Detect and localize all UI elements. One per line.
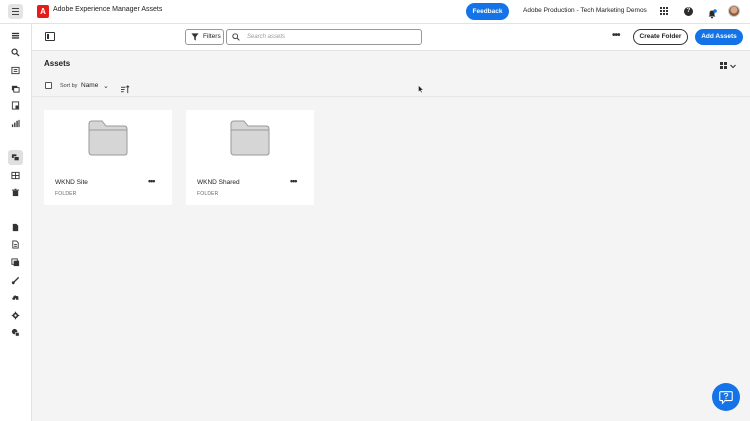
help-icon[interactable]: ? (684, 7, 693, 16)
left-nav-rail (0, 24, 32, 421)
card-more-icon[interactable]: ••• (148, 176, 156, 186)
notification-bell-icon[interactable] (707, 6, 717, 19)
folder-name: WKND Shared (197, 179, 240, 186)
chevron-down-icon[interactable]: ⌄ (103, 82, 109, 90)
search-icon[interactable] (8, 45, 23, 60)
filters-label: Filters (203, 33, 221, 40)
help-chat-icon (719, 391, 733, 405)
sort-dropdown[interactable]: Name (81, 82, 98, 89)
folder-type: FOLDER (55, 191, 77, 197)
create-folder-button[interactable]: Create Folder (633, 29, 688, 45)
search-icon (232, 33, 240, 41)
cloud-icon[interactable] (8, 290, 23, 305)
document-icon[interactable] (8, 220, 23, 235)
mouse-cursor-icon (418, 85, 424, 93)
top-bar: A Adobe Experience Manager Assets Feedba… (0, 0, 750, 24)
folder-name: WKND Site (55, 179, 88, 186)
org-switcher[interactable]: Adobe Production - Tech Marketing Demos (523, 7, 647, 14)
filter-icon (191, 33, 199, 41)
more-actions-icon[interactable]: ••• (612, 31, 620, 41)
add-assets-button[interactable]: Add Assets (695, 29, 743, 45)
user-avatar[interactable] (728, 5, 740, 17)
file-icon[interactable] (8, 237, 23, 252)
card-more-icon[interactable]: ••• (290, 176, 298, 186)
folder-card[interactable]: WKND Site FOLDER ••• (44, 110, 172, 205)
trash-icon[interactable] (8, 185, 23, 200)
search-placeholder: Search assets (247, 34, 286, 40)
toggle-panel-icon[interactable] (45, 32, 55, 41)
sort-label: Sort by (60, 83, 78, 89)
assets-toolbar: Filters Search assets ••• Create Folder … (32, 24, 750, 51)
app-switcher-icon[interactable] (660, 7, 668, 15)
sort-order-icon[interactable] (121, 81, 130, 94)
assets-active-icon[interactable] (8, 150, 23, 165)
hamburger-menu-icon[interactable] (8, 4, 23, 19)
adobe-logo: A (37, 5, 49, 18)
insights-icon[interactable] (8, 116, 23, 131)
filters-button[interactable]: Filters (185, 29, 224, 45)
folder-type: FOLDER (197, 191, 219, 197)
view-switcher-icon[interactable] (720, 58, 738, 69)
templates-icon[interactable] (8, 98, 23, 113)
folder-icon (88, 120, 128, 156)
grid-icon[interactable] (8, 168, 23, 183)
search-input[interactable]: Search assets (226, 29, 422, 45)
home-icon[interactable] (8, 28, 23, 43)
layers-icon[interactable] (8, 255, 23, 270)
page-title: Assets (44, 59, 71, 68)
app-title[interactable]: Adobe Experience Manager Assets (53, 6, 162, 13)
help-chat-button[interactable] (712, 383, 740, 411)
folder-icon (230, 120, 270, 156)
extensions-icon[interactable] (8, 325, 23, 340)
settings-icon[interactable] (8, 308, 23, 323)
folder-card[interactable]: WKND Shared FOLDER ••• (186, 110, 314, 205)
brush-icon[interactable] (8, 273, 23, 288)
collections-icon[interactable] (8, 63, 23, 78)
content-divider (32, 96, 750, 97)
select-all-checkbox[interactable] (45, 82, 52, 89)
feedback-button[interactable]: Feedback (466, 3, 509, 20)
assets-browse-icon[interactable] (8, 81, 23, 96)
